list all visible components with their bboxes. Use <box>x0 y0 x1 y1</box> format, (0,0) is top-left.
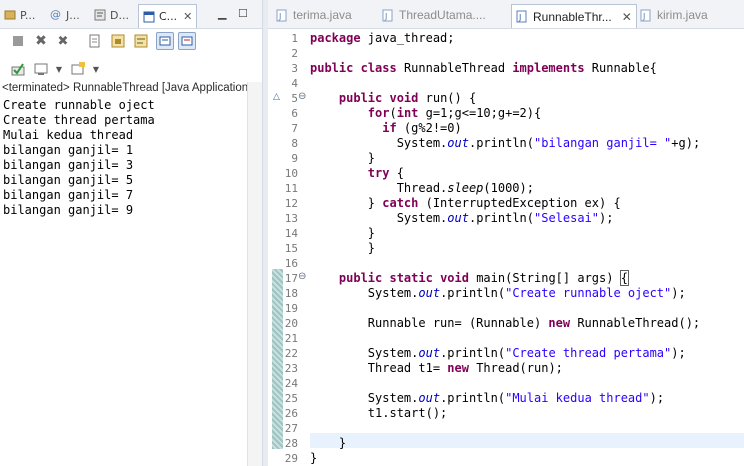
code-line: System.out.println("Selesai"); <box>310 211 614 225</box>
display-selected-console-icon[interactable] <box>33 61 49 77</box>
code-line: try { <box>310 166 404 180</box>
scroll-lock-icon[interactable] <box>110 33 126 49</box>
code-line: public void run() { <box>310 91 477 105</box>
console-status-label: <terminated> RunnableThread [Java Applic… <box>2 82 252 94</box>
svg-text:J: J <box>518 13 521 22</box>
matching-bracket: { <box>619 270 629 286</box>
line-number: 2 <box>291 47 298 60</box>
tab-javadoc[interactable]: @ J... <box>50 4 80 26</box>
code-line: System.out.println("Create thread pertam… <box>310 346 686 360</box>
line-number: 13 <box>284 212 298 225</box>
java-file-icon: J <box>640 9 652 22</box>
declaration-icon <box>94 9 106 21</box>
override-indicator-icon: △ <box>273 92 280 102</box>
remove-all-launches-icon[interactable]: ✖ <box>55 33 71 49</box>
svg-text:J: J <box>278 12 281 21</box>
console-output[interactable]: Create runnable oject Create thread pert… <box>3 98 155 218</box>
fold-collapse-icon[interactable]: ⊖ <box>298 91 306 102</box>
fold-collapse-icon[interactable]: ⊖ <box>298 271 306 282</box>
console-line: bilangan ganjil= 9 <box>3 203 134 217</box>
minimize-button[interactable]: ▁ <box>218 7 226 20</box>
tab-declaration[interactable]: D... <box>94 4 129 26</box>
package-explorer-icon <box>4 9 16 21</box>
java-file-icon: J <box>276 9 288 22</box>
java-file-icon: J <box>516 10 528 23</box>
code-line: } <box>310 241 376 255</box>
console-line: bilangan ganjil= 1 <box>3 143 134 157</box>
code-line: public static void main(String[] args) { <box>310 270 629 286</box>
console-line: Create thread pertama <box>3 113 155 127</box>
code-line: } <box>310 451 318 465</box>
svg-text:J: J <box>642 12 645 21</box>
code-line: } <box>310 436 347 450</box>
line-number: 6 <box>291 107 298 120</box>
show-console-stderr-icon[interactable] <box>178 32 196 50</box>
remove-launch-icon[interactable]: ✖ <box>33 33 49 49</box>
line-number: 1 <box>291 32 298 45</box>
current-line-highlight <box>310 433 744 448</box>
code-line: } catch (InterruptedException ex) { <box>310 196 621 210</box>
editor-tabs: J terima.java J ThreadUtama.... J Runnab… <box>268 0 744 29</box>
word-wrap-icon[interactable] <box>133 33 149 49</box>
code-line: System.out.println("Mulai kedua thread")… <box>310 391 665 405</box>
line-number: 9 <box>291 152 298 165</box>
code-line: Thread.sleep(1000); <box>310 181 534 195</box>
open-console-icon[interactable] <box>70 61 86 77</box>
svg-text:J: J <box>384 12 387 21</box>
console-line: bilangan ganjil= 5 <box>3 173 134 187</box>
change-marker-bar <box>272 269 283 449</box>
code-line: } <box>310 151 376 165</box>
code-line: package java_thread; <box>310 31 455 45</box>
line-number: 14 <box>284 227 298 240</box>
console-toolbar: ✖ ✖ <box>0 29 262 55</box>
maximize-button[interactable]: ☐ <box>238 7 248 20</box>
tab-runnablethread-java[interactable]: J RunnableThr... ✕ <box>511 4 637 28</box>
code-line: } <box>310 226 376 240</box>
chevron-down-icon[interactable]: ▼ <box>88 61 104 77</box>
terminate-icon[interactable] <box>10 33 26 49</box>
line-number: 11 <box>284 182 298 195</box>
console-vertical-scrollbar[interactable] <box>247 82 263 466</box>
console-line: Create runnable oject <box>3 98 155 112</box>
line-number: 7 <box>291 122 298 135</box>
tab-console[interactable]: C... ✕ <box>138 4 198 28</box>
tab-kirim-java[interactable]: J kirim.java <box>640 4 708 26</box>
close-icon[interactable]: ✕ <box>622 10 632 24</box>
code-line: System.out.println("bilangan ganjil= "+g… <box>310 136 701 150</box>
tab-terima-java[interactable]: J terima.java <box>276 4 352 26</box>
console-line: bilangan ganjil= 7 <box>3 188 134 202</box>
code-line: t1.start(); <box>310 406 448 420</box>
code-line: for(int g=1;g<=10;g+=2){ <box>310 106 542 120</box>
left-view-tabs: P... @ J... D... C... ✕ ▁ ☐ <box>0 0 262 29</box>
code-editor[interactable]: package java_thread; public class Runnab… <box>310 29 744 466</box>
console-icon <box>143 11 155 23</box>
tab-package-explorer[interactable]: P... <box>4 4 35 26</box>
code-line: Runnable run= (Runnable) new RunnableThr… <box>310 316 701 330</box>
close-icon[interactable]: ✕ <box>183 10 192 23</box>
java-file-icon: J <box>382 9 394 22</box>
console-line: bilangan ganjil= 3 <box>3 158 134 172</box>
line-number: 29 <box>284 452 298 465</box>
line-number: 12 <box>284 197 298 210</box>
code-line: Thread t1= new Thread(run); <box>310 361 563 375</box>
line-number: 3 <box>291 62 298 75</box>
clear-console-icon[interactable] <box>87 33 103 49</box>
line-number: 15 <box>284 242 298 255</box>
line-number: 4 <box>291 77 298 90</box>
code-line: System.out.println("Create runnable ojec… <box>310 286 686 300</box>
chevron-down-icon[interactable]: ▼ <box>51 61 67 77</box>
line-number: 8 <box>291 137 298 150</box>
javadoc-icon: @ <box>50 8 61 21</box>
show-console-stdout-icon[interactable] <box>156 32 174 50</box>
code-line: if (g%2!=0) <box>310 121 462 135</box>
pin-console-icon[interactable] <box>10 61 26 77</box>
line-number: 10 <box>284 167 298 180</box>
console-line: Mulai kedua thread <box>3 128 134 142</box>
console-toolbar-secondary: ▼ ▼ <box>0 57 262 81</box>
tab-threadutama-java[interactable]: J ThreadUtama.... <box>382 4 486 26</box>
code-line: public class RunnableThread implements R… <box>310 61 657 75</box>
